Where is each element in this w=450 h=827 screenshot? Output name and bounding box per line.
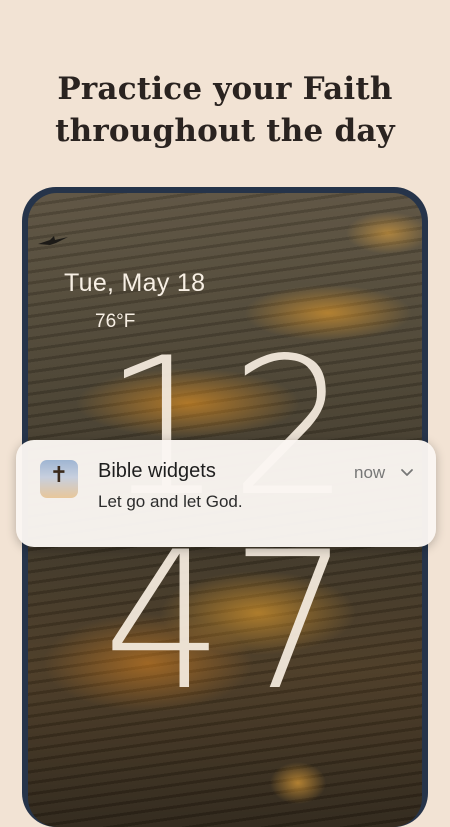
notification-card[interactable]: ✝ Bible widgets now Let go and let God. (16, 440, 436, 547)
headline: Practice your Faith throughout the day (0, 68, 450, 152)
chevron-down-icon[interactable] (400, 468, 414, 478)
notification-time: now (354, 463, 386, 482)
notification-message: Let go and let God. (98, 492, 243, 511)
clock-minutes: 47 (103, 511, 357, 732)
notification-app-name: Bible widgets (98, 460, 216, 482)
bird-silhouette (38, 236, 68, 245)
headline-line-1: Practice your Faith (57, 71, 393, 107)
headline-line-2: throughout the day (55, 113, 395, 149)
cross-icon: ✝ (40, 460, 78, 498)
lockscreen-date: Tue, May 18 (64, 269, 206, 297)
